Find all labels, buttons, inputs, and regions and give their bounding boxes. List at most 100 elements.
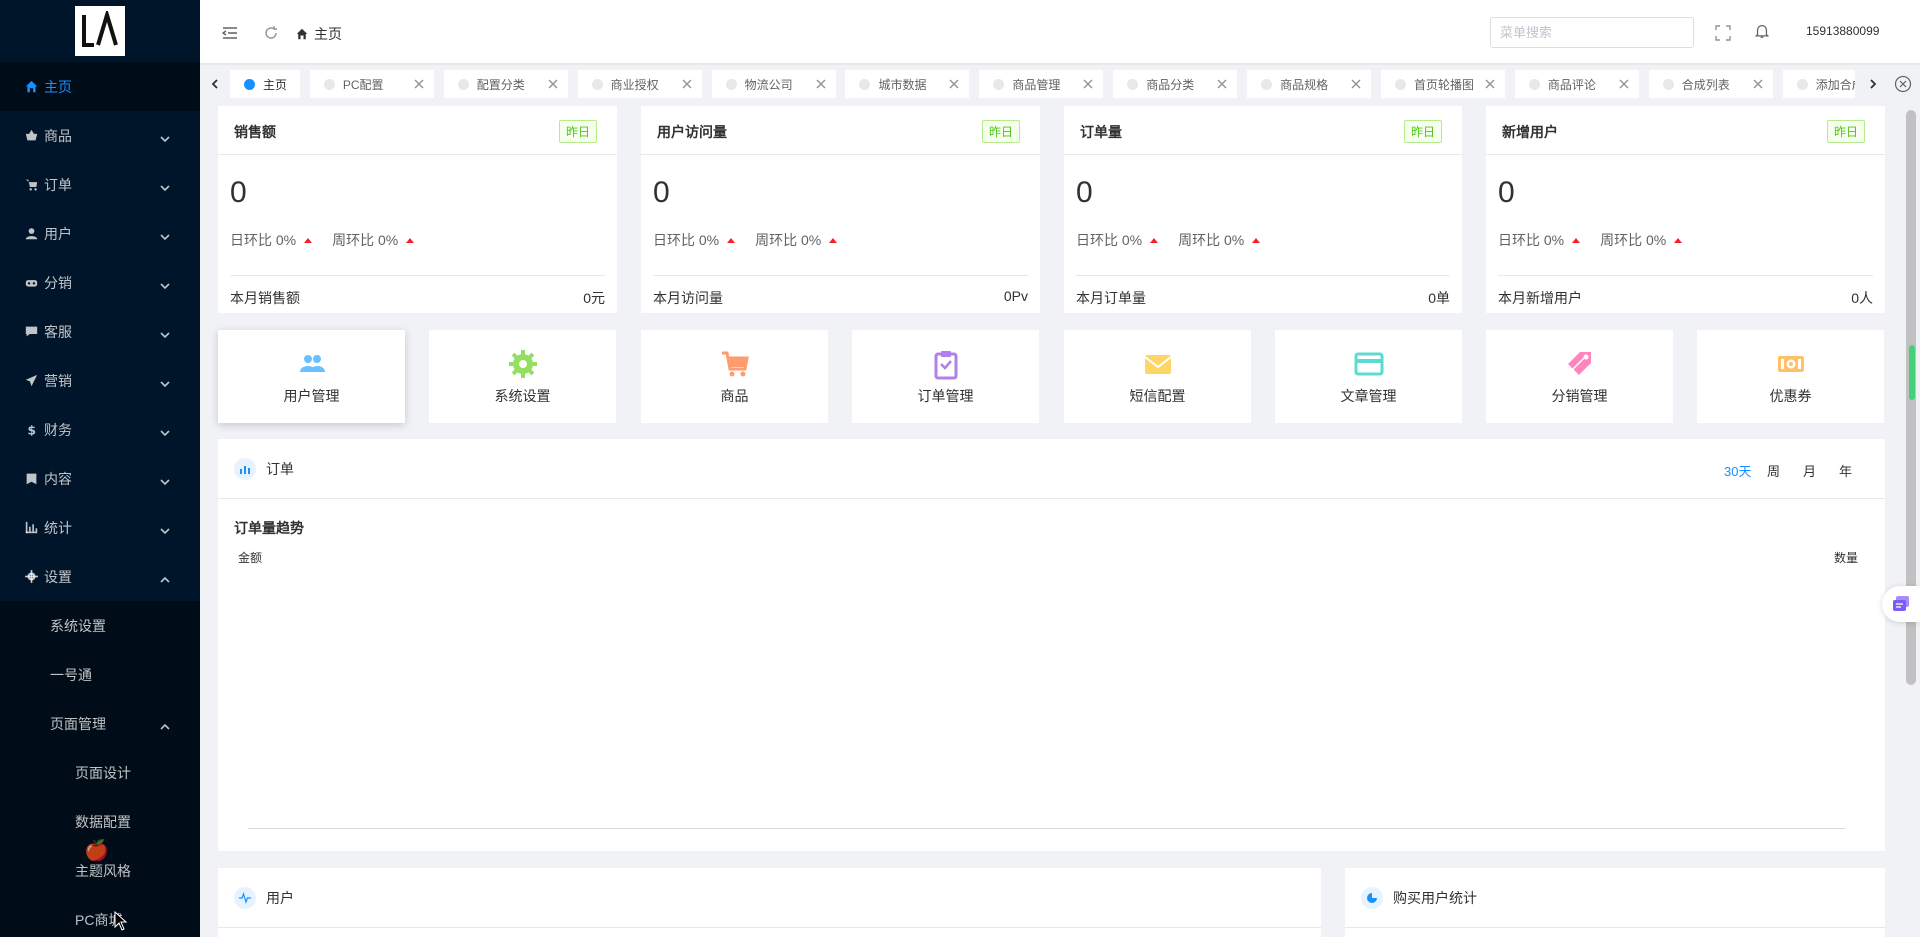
sidebar-item-users[interactable]: 用户 <box>0 209 200 258</box>
quick-link-article-management[interactable]: 文章管理 <box>1275 330 1462 423</box>
week-ratio-text: 周环比 0% <box>1600 232 1667 248</box>
tab-product-management[interactable]: 商品管理 <box>979 70 1104 98</box>
stat-card-orders: 订单量 昨日 0 日环比 0% 周环比 0% 本月订单量 0单 <box>1064 106 1462 313</box>
fullscreen-icon[interactable] <box>1714 24 1732 42</box>
tab-add-synthesis[interactable]: 添加合成 <box>1782 70 1855 98</box>
mail-icon <box>1143 354 1172 374</box>
sidebar-item-content[interactable]: 内容 <box>0 454 200 503</box>
tab-label: 首页轮播图 <box>1414 77 1475 92</box>
sidebar-item-page-design[interactable]: 页面设计 <box>0 748 200 797</box>
tab-product-reviews[interactable]: 商品评论 <box>1514 70 1639 98</box>
refresh-icon[interactable] <box>262 24 280 42</box>
sidebar-item-system-settings[interactable]: 系统设置 <box>0 601 200 650</box>
day-ratio: 日环比 0% <box>1498 230 1581 250</box>
floating-assistant-button[interactable] <box>1882 586 1920 622</box>
tab-synthesis-list[interactable]: 合成列表 <box>1648 70 1773 98</box>
tab-logistics[interactable]: 物流公司 <box>711 70 836 98</box>
close-icon[interactable] <box>949 78 959 89</box>
quick-link-user-management[interactable]: 用户管理 <box>218 330 405 423</box>
period-week[interactable]: 周 <box>1767 461 1780 480</box>
sidebar-item-label: 页面管理 <box>50 715 106 732</box>
sidebar-item-distribution[interactable]: 分销 <box>0 258 200 307</box>
sidebar-item-label: 分销 <box>44 274 72 291</box>
send-icon <box>24 374 38 388</box>
quick-link-distribution-management[interactable]: 分销管理 <box>1486 330 1673 423</box>
close-icon[interactable] <box>682 78 692 89</box>
stat-title: 用户访问量 <box>657 124 727 140</box>
user-account[interactable]: 15913880099 <box>1806 24 1879 38</box>
tab-home-carousel[interactable]: 首页轮播图 <box>1381 70 1506 98</box>
period-month[interactable]: 月 <box>1803 461 1816 480</box>
user-panel: 用户 <box>218 868 1321 937</box>
tab-product-spec[interactable]: 商品规格 <box>1247 70 1372 98</box>
buyer-panel-title: 购买用户统计 <box>1393 889 1477 906</box>
sidebar-item-label: 营销 <box>44 372 72 389</box>
clipboard-icon <box>934 350 957 379</box>
close-icon[interactable] <box>1083 78 1093 89</box>
sidebar-item-yihaotong[interactable]: 一号通 <box>0 650 200 699</box>
tab-status-dot <box>993 78 1005 90</box>
period-30-days[interactable]: 30天 <box>1724 461 1751 480</box>
logo[interactable] <box>75 6 125 56</box>
sidebar-item-settings[interactable]: 设置 <box>0 552 200 601</box>
bell-icon[interactable] <box>1753 22 1771 40</box>
tab-pc-config[interactable]: PC配置 <box>309 70 434 98</box>
sidebar-item-marketing[interactable]: 营销 <box>0 356 200 405</box>
stat-footer-value: 0元 <box>583 290 605 306</box>
sidebar-item-statistics[interactable]: 统计 <box>0 503 200 552</box>
close-icon[interactable] <box>1351 78 1361 89</box>
quick-link-sms-config[interactable]: 短信配置 <box>1064 330 1251 423</box>
tab-config-category[interactable]: 配置分类 <box>443 70 568 98</box>
sidebar-item-finance[interactable]: $ 财务 <box>0 405 200 454</box>
sidebar-item-home[interactable]: 主页 <box>0 62 200 111</box>
divider <box>218 154 617 155</box>
tab-status-dot <box>323 78 335 90</box>
close-icon[interactable] <box>1485 78 1495 89</box>
close-all-tabs-icon[interactable] <box>1894 75 1912 93</box>
breadcrumb-home[interactable]: 主页 <box>314 24 342 44</box>
tab-status-dot <box>1127 78 1139 90</box>
tab-product-category[interactable]: 商品分类 <box>1113 70 1238 98</box>
tabs-scroll-right-icon[interactable] <box>1862 73 1884 95</box>
sidebar-item-orders[interactable]: 订单 <box>0 160 200 209</box>
sidebar-item-label: 一号通 <box>50 666 92 683</box>
close-icon[interactable] <box>1619 78 1629 89</box>
stat-ratios: 日环比 0% 周环比 0% <box>1076 230 1280 250</box>
tabs-scroll-left-icon[interactable] <box>204 73 226 95</box>
tab-city-data[interactable]: 城市数据 <box>845 70 970 98</box>
day-ratio: 日环比 0% <box>653 230 736 250</box>
quick-link-products[interactable]: 商品 <box>641 330 828 423</box>
bar-chart-icon <box>24 521 38 535</box>
stat-title: 销售额 <box>234 124 276 140</box>
close-icon[interactable] <box>1753 78 1763 89</box>
quick-link-system-settings[interactable]: 系统设置 <box>429 330 616 423</box>
sidebar-item-page-management[interactable]: 页面管理 <box>0 699 200 748</box>
menu-search-input[interactable] <box>1490 17 1694 48</box>
sidebar-item-service[interactable]: 客服 <box>0 307 200 356</box>
sidebar-item-pc-mall[interactable]: PC商城 <box>0 895 200 937</box>
tab-home[interactable]: 主页 <box>230 70 300 98</box>
quick-link-coupons[interactable]: 优惠券 <box>1697 330 1884 423</box>
quick-link-order-management[interactable]: 订单管理 <box>852 330 1039 423</box>
close-icon[interactable] <box>548 78 558 89</box>
chart-title: 订单量趋势 <box>234 520 304 536</box>
trend-up-icon <box>1252 237 1261 243</box>
stat-value: 0 <box>653 176 670 209</box>
right-axis-name: 数量 <box>1833 551 1858 565</box>
quick-link-label: 短信配置 <box>1129 387 1186 404</box>
order-panel: 订单 30天 周 月 年 订单量趋势 金额 数量 <box>218 439 1885 851</box>
order-panel-header: 订单 30天 周 月 年 <box>218 439 1885 499</box>
close-icon[interactable] <box>1217 78 1227 89</box>
week-ratio-text: 周环比 0% <box>1178 232 1245 248</box>
close-icon[interactable] <box>816 78 826 89</box>
chevron-down-icon <box>160 474 170 485</box>
users-icon <box>299 354 325 372</box>
svg-text:$: $ <box>27 423 35 436</box>
menu-fold-icon[interactable] <box>221 24 239 42</box>
period-year[interactable]: 年 <box>1839 461 1852 480</box>
close-icon[interactable] <box>414 78 424 89</box>
quick-link-label: 分销管理 <box>1551 387 1608 404</box>
tab-business-license[interactable]: 商业授权 <box>577 70 702 98</box>
tab-status-dot <box>725 78 737 90</box>
sidebar-item-products[interactable]: 商品 <box>0 111 200 160</box>
